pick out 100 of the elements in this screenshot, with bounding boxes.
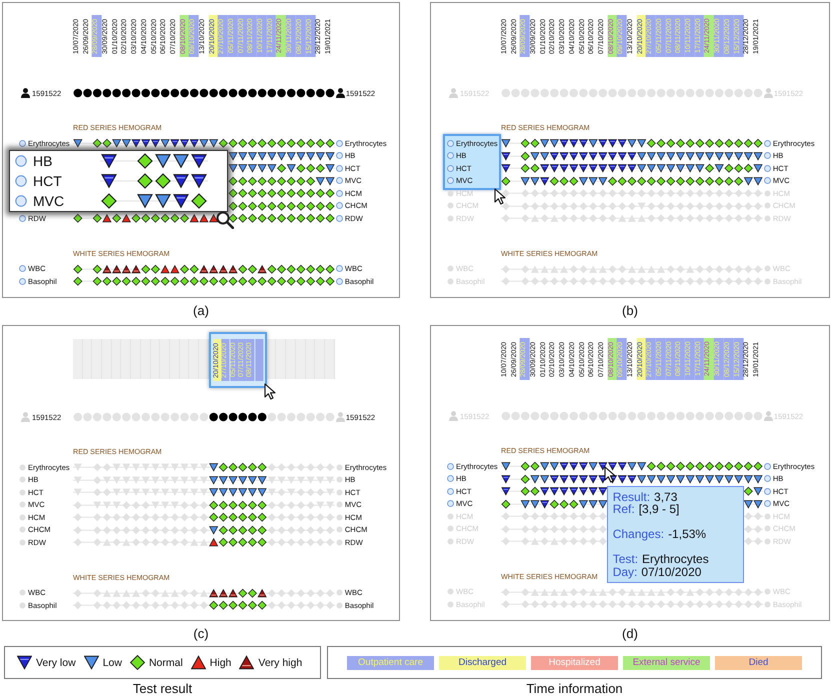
result-marker-series[interactable] [228,152,335,160]
visit-dot-icon[interactable] [656,412,666,420]
visit-dot-icon[interactable] [540,412,549,420]
visit-dot-icon[interactable] [286,412,296,422]
result-marker-series[interactable] [74,525,334,534]
visit-dot-icon[interactable] [502,88,510,98]
result-marker-series[interactable] [501,138,763,148]
visit-dot-icon[interactable] [92,88,102,98]
visit-dot-icon[interactable] [705,412,714,420]
visit-dot-icon[interactable] [647,412,656,420]
faded-date-slot[interactable] [198,339,209,379]
visit-dot-icon[interactable] [530,412,540,420]
faded-date-slot[interactable] [276,339,286,379]
visit-dot-icon[interactable] [83,412,92,422]
visit-dot-icon[interactable] [190,412,199,422]
visit-dot-icon[interactable] [598,412,608,420]
visit-dot-icon[interactable] [550,88,559,98]
visit-dot-icon[interactable] [200,412,208,422]
visit-dot-icon[interactable] [326,88,334,98]
result-marker-series[interactable] [74,512,334,522]
visit-dot-icon[interactable] [588,412,598,420]
result-marker-series[interactable] [228,164,335,173]
visit-dot-icon[interactable] [676,412,685,420]
faded-date-slot[interactable] [131,339,141,379]
circle-toggle-icon[interactable] [15,175,27,187]
result-marker-series[interactable] [101,173,207,189]
result-marker-series[interactable] [73,214,335,223]
visit-dot-icon[interactable] [248,88,257,98]
result-marker-series[interactable] [74,462,334,472]
faded-date-slot[interactable] [180,339,190,379]
faded-date-slot[interactable] [73,339,83,379]
visit-dot-icon[interactable] [258,412,266,422]
date-slot[interactable] [254,339,263,381]
visit-dot-icon[interactable] [550,412,559,420]
visit-dot-icon[interactable] [686,88,694,98]
visit-dot-icon[interactable] [598,88,608,98]
visit-dot-icon[interactable] [686,412,694,420]
result-marker-series[interactable] [502,600,762,608]
label-selection-box[interactable] [443,134,501,190]
visit-dot-icon[interactable] [141,412,150,422]
visit-dot-icon[interactable] [754,412,762,420]
visit-dot-icon[interactable] [608,412,617,420]
visit-dot-icon[interactable] [705,88,714,98]
visit-dot-icon[interactable] [316,412,325,422]
faded-date-slot[interactable] [324,339,335,379]
result-marker-series[interactable] [73,264,335,274]
faded-date-slot[interactable] [315,339,325,379]
test-label[interactable]: HCT [33,173,62,189]
faded-date-slot[interactable] [150,339,160,379]
visit-dot-icon[interactable] [618,88,627,98]
visit-dot-icon[interactable] [724,88,734,98]
result-marker-series[interactable] [74,500,334,510]
result-marker-series[interactable] [502,264,762,273]
result-marker-series[interactable] [228,188,335,198]
result-marker-series[interactable] [73,276,335,286]
visit-dot-icon[interactable] [92,412,102,422]
visit-dot-icon[interactable] [228,88,238,98]
circle-toggle-icon[interactable] [19,214,26,222]
result-marker-series[interactable] [501,474,763,484]
faded-date-slot[interactable] [266,339,276,379]
faded-date-slot[interactable] [189,339,199,379]
result-marker-series[interactable] [502,202,762,210]
visit-dot-icon[interactable] [569,412,578,420]
visit-dot-icon[interactable] [83,88,92,98]
visit-dot-icon[interactable] [520,412,530,420]
faded-date-slot[interactable] [92,339,102,379]
visit-dot-icon[interactable] [286,88,296,98]
circle-toggle-icon[interactable] [19,140,26,147]
visit-dot-icon[interactable] [734,412,743,420]
circle-toggle-icon[interactable] [15,155,27,167]
visit-dot-icon[interactable] [656,88,666,98]
test-label[interactable]: HB [33,153,52,169]
result-marker-series[interactable] [502,277,762,286]
visit-dot-icon[interactable] [306,412,315,422]
faded-date-slot[interactable] [102,339,112,379]
visit-dot-icon[interactable] [511,88,520,98]
visit-dot-icon[interactable] [744,88,753,98]
visit-dot-icon[interactable] [666,412,676,420]
visit-dot-icon[interactable] [520,88,530,98]
visit-dot-icon[interactable] [637,88,646,98]
result-marker-series[interactable] [228,176,335,186]
visit-dot-icon[interactable] [754,88,762,98]
visit-dot-icon[interactable] [734,88,743,98]
visit-dot-icon[interactable] [151,412,160,422]
visit-dot-icon[interactable] [569,88,578,98]
result-marker-series[interactable] [502,214,762,222]
visit-dot-icon[interactable] [588,88,598,98]
result-marker-series[interactable] [101,193,207,209]
visit-dot-icon[interactable] [180,412,189,422]
visit-dot-icon[interactable] [209,412,218,422]
visit-dot-icon[interactable] [122,88,131,98]
visit-dot-icon[interactable] [112,88,121,98]
visit-dot-icon[interactable] [248,412,257,422]
visit-dot-icon[interactable] [219,412,228,422]
visit-dot-icon[interactable] [277,412,286,422]
visit-dot-icon[interactable] [714,412,724,420]
faded-date-slot[interactable] [296,339,306,379]
result-marker-series[interactable] [74,488,334,497]
visit-dot-icon[interactable] [628,412,636,420]
test-label[interactable]: MVC [33,193,64,209]
